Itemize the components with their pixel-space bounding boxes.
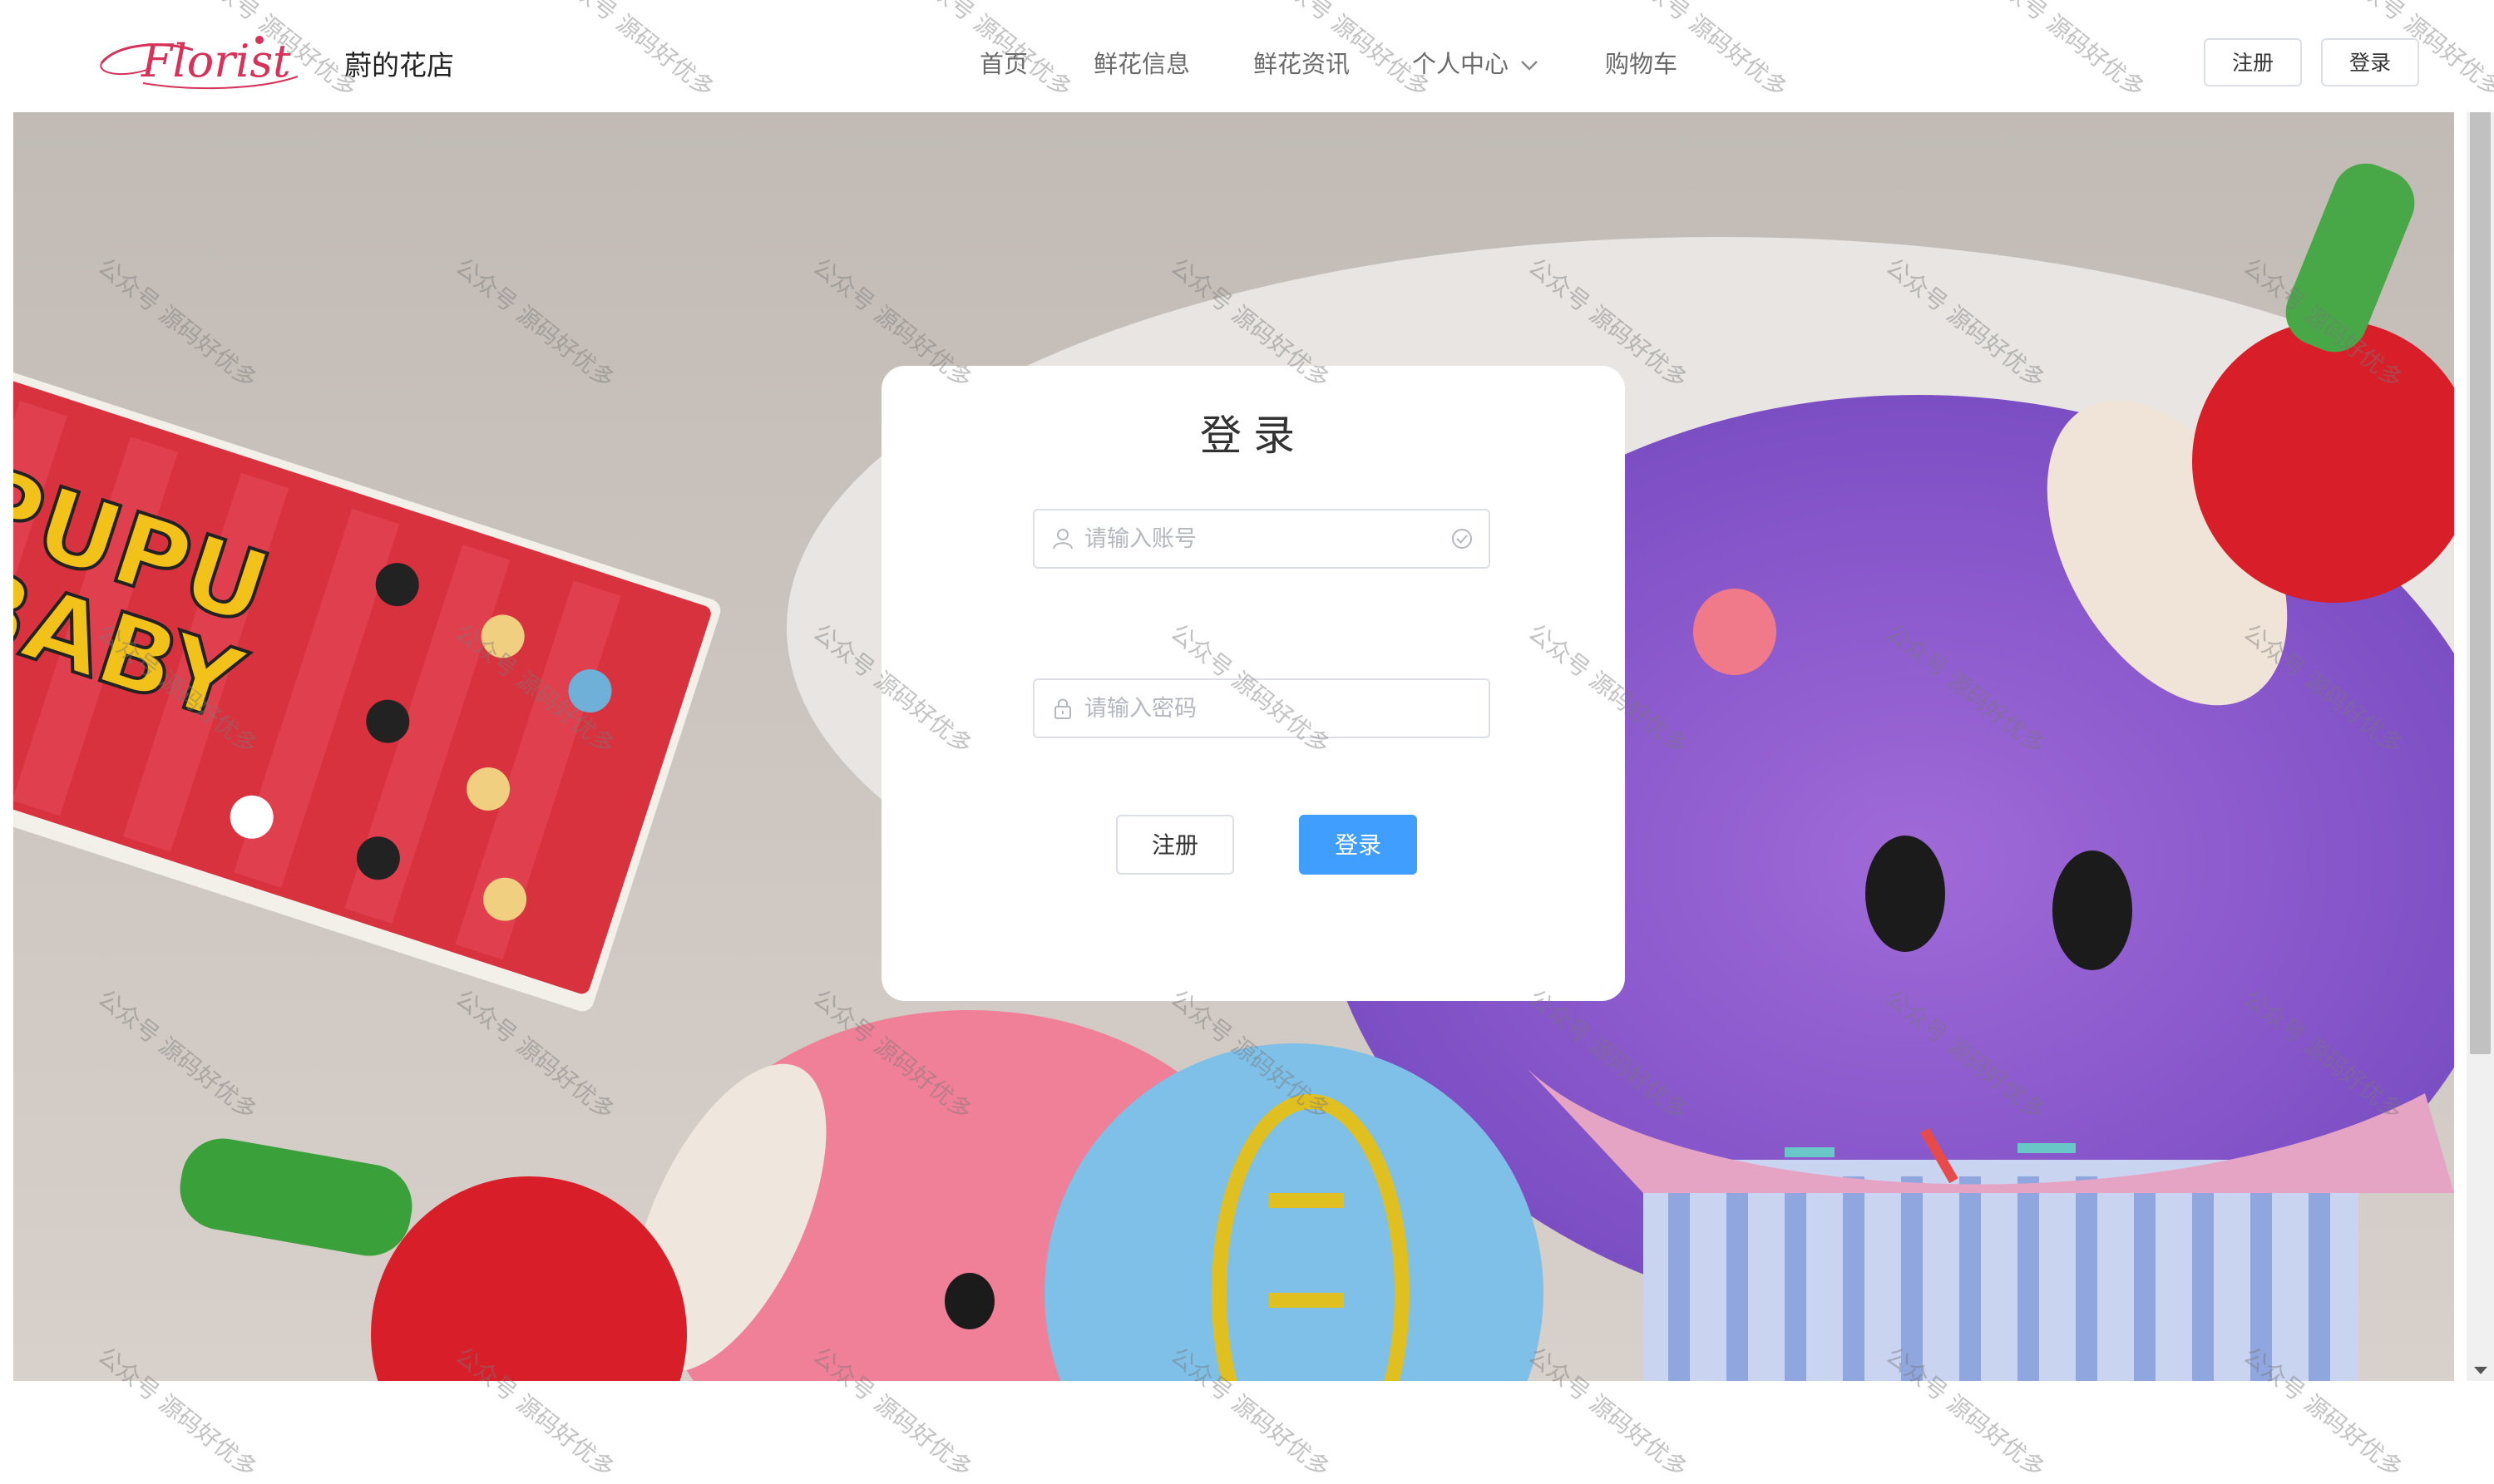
- nav-personal-center-label: 个人中心: [1412, 50, 1509, 78]
- vertical-scrollbar[interactable]: [2467, 0, 2494, 1381]
- top-navbar: Florist 蔚的花店 首页 鲜花信息 鲜花资讯 个人中心 购物车 注册 登录: [0, 0, 2494, 112]
- chevron-down-icon: [1521, 61, 1538, 71]
- nav-personal-center[interactable]: 个人中心: [1412, 45, 1538, 80]
- header-register-button[interactable]: 注册: [2204, 38, 2302, 86]
- svg-text:Florist: Florist: [141, 35, 291, 87]
- scroll-down-arrow[interactable]: [2474, 1367, 2487, 1374]
- login-card: 登录 注册 登录: [882, 366, 1625, 1001]
- password-input[interactable]: [1084, 680, 1450, 737]
- login-title: 登录: [1200, 412, 1306, 460]
- florist-logo[interactable]: Florist: [93, 25, 301, 95]
- nav-cart[interactable]: 购物车: [1605, 45, 1677, 80]
- username-field[interactable]: [1033, 509, 1490, 569]
- lock-icon: [1054, 698, 1071, 719]
- header-login-button[interactable]: 登录: [2321, 38, 2419, 86]
- username-input[interactable]: [1084, 510, 1450, 567]
- register-button[interactable]: 注册: [1116, 815, 1234, 875]
- nav-flower-news[interactable]: 鲜花资讯: [1253, 45, 1350, 80]
- nav-home[interactable]: 首页: [980, 45, 1028, 80]
- check-circle-icon: [1452, 529, 1472, 549]
- user-icon: [1053, 529, 1073, 550]
- login-button[interactable]: 登录: [1299, 815, 1417, 875]
- site-name: 蔚的花店: [344, 49, 454, 81]
- scroll-thumb[interactable]: [2470, 18, 2491, 1054]
- nav-flower-info[interactable]: 鲜花信息: [1094, 45, 1190, 80]
- password-field[interactable]: [1033, 678, 1490, 738]
